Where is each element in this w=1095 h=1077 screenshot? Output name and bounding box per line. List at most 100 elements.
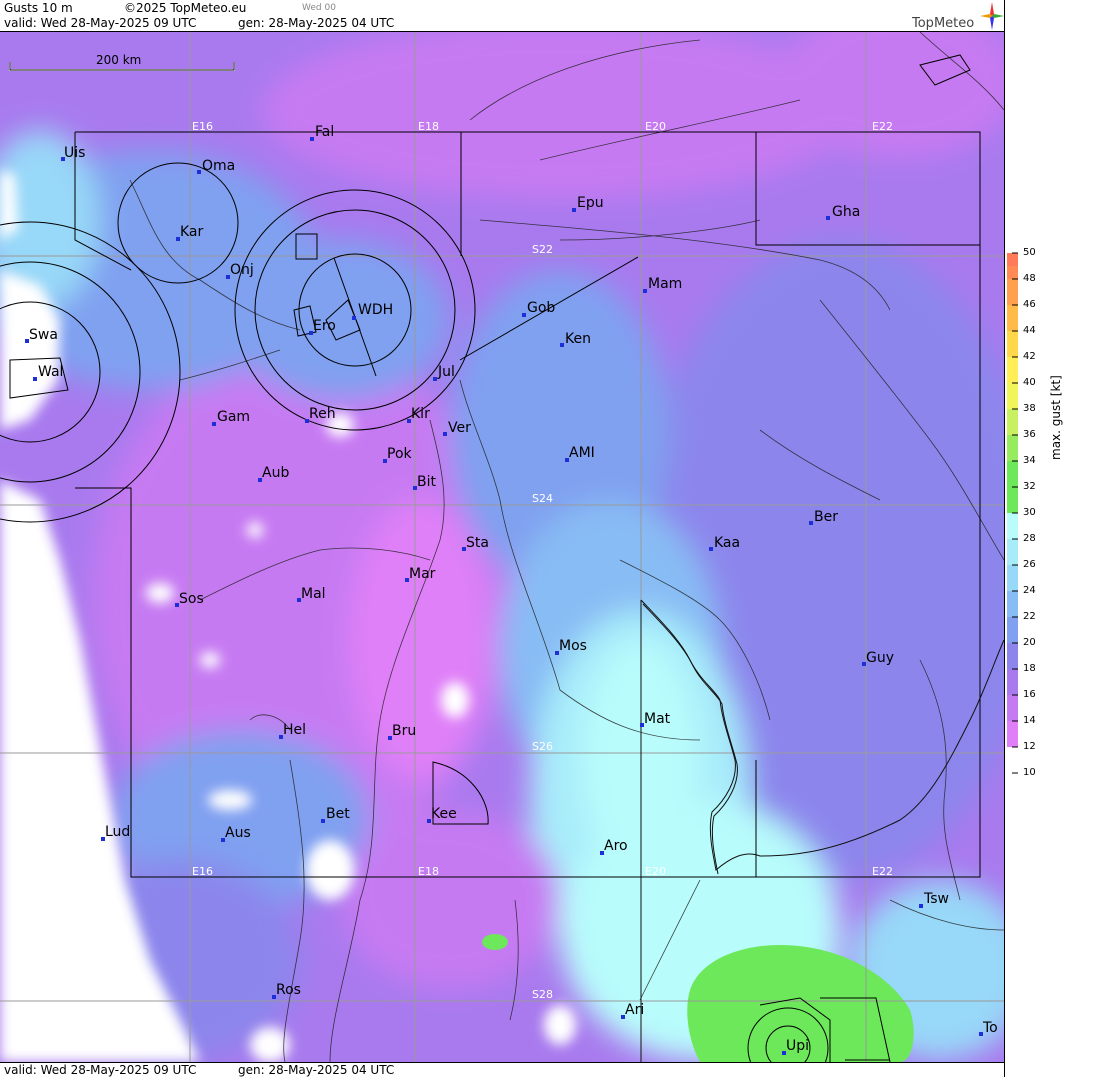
city-label-ari: Ari	[625, 1002, 644, 1018]
city-label-bru: Bru	[392, 723, 416, 739]
city-gob[interactable]: Gob	[522, 300, 555, 317]
grid-label-e22-bot: E22	[872, 865, 893, 878]
grid-label-e18-bot: E18	[418, 865, 439, 878]
map-header: Gusts 10 m ©2025 TopMeteo.eu Wed 00 vali…	[0, 0, 1004, 32]
city-kir[interactable]: Kir	[407, 406, 430, 423]
generated-time: gen: 28-May-2025 04 UTC	[238, 16, 395, 30]
city-ami[interactable]: AMI	[565, 445, 595, 462]
legend-swatch-20	[1007, 617, 1018, 643]
city-mam[interactable]: Mam	[643, 276, 682, 293]
brand-name: TopMeteo	[912, 16, 975, 31]
product-title: Gusts 10 m	[4, 1, 73, 15]
legend-tick-label: 24	[1023, 585, 1036, 596]
legend-color-bar	[1007, 253, 1018, 747]
city-upi[interactable]: Upi	[782, 1038, 809, 1055]
city-mal[interactable]: Mal	[297, 586, 326, 602]
field-karas	[340, 810, 560, 990]
field-windhoek	[230, 240, 450, 400]
city-ber[interactable]: Ber	[809, 509, 838, 525]
legend-swatch-36	[1007, 383, 1018, 396]
city-label-lud: Lud	[105, 824, 130, 840]
city-gha[interactable]: Gha	[826, 204, 860, 220]
legend-tick-label: 12	[1023, 741, 1036, 752]
city-label-ken: Ken	[565, 331, 591, 347]
city-onj[interactable]: Onj	[226, 262, 254, 279]
city-label-epu: Epu	[577, 195, 604, 211]
city-ver[interactable]: Ver	[443, 420, 471, 436]
city-label-mat: Mat	[644, 711, 671, 727]
city-kaa[interactable]: Kaa	[709, 535, 740, 551]
city-label-mal: Mal	[301, 586, 326, 602]
city-label-reh: Reh	[309, 406, 336, 422]
copyright-text: ©2025 TopMeteo.eu	[124, 1, 247, 15]
city-aub[interactable]: Aub	[258, 465, 289, 482]
city-guy[interactable]: Guy	[862, 650, 894, 666]
city-aus[interactable]: Aus	[221, 825, 251, 842]
legend-tick-label: 28	[1023, 533, 1036, 544]
city-gam[interactable]: Gam	[212, 409, 250, 426]
city-reh[interactable]: Reh	[305, 406, 336, 423]
city-label-mos: Mos	[559, 638, 587, 654]
city-wdh[interactable]: WDH	[352, 302, 393, 320]
legend-tick-label: 48	[1023, 273, 1036, 284]
city-hel[interactable]: Hel	[279, 722, 306, 739]
city-bit[interactable]: Bit	[413, 474, 436, 490]
city-mat[interactable]: Mat	[640, 711, 671, 727]
city-aro[interactable]: Aro	[600, 838, 628, 855]
legend-swatch-16	[1007, 669, 1018, 695]
city-label-bit: Bit	[417, 474, 436, 490]
valid-time: valid: Wed 28-May-2025 09 UTC	[4, 16, 197, 30]
city-label-kar: Kar	[180, 224, 204, 240]
city-uis[interactable]: Uis	[61, 145, 85, 161]
city-mos[interactable]: Mos	[555, 638, 587, 655]
city-label-kaa: Kaa	[714, 535, 740, 551]
legend-swatch-26	[1007, 539, 1018, 565]
grid-label-s24: S24	[532, 492, 553, 505]
city-label-gam: Gam	[217, 409, 250, 425]
legend-swatch-22	[1007, 591, 1018, 617]
city-label-upi: Upi	[786, 1038, 809, 1054]
city-mar[interactable]: Mar	[405, 566, 436, 582]
city-pok[interactable]: Pok	[383, 446, 413, 463]
city-bet[interactable]: Bet	[321, 806, 350, 823]
legend-tick-label: 32	[1023, 481, 1036, 492]
legend-tick-label: 10	[1023, 767, 1036, 778]
city-label-to: To	[982, 1020, 998, 1036]
city-ros[interactable]: Ros	[272, 982, 301, 999]
city-sta[interactable]: Sta	[462, 535, 489, 551]
run-label: Wed 00	[302, 3, 336, 13]
legend-swatch-24	[1007, 565, 1018, 591]
legend-tick-label: 46	[1023, 299, 1036, 310]
city-ero[interactable]: Ero	[309, 318, 336, 335]
grid-label-e20-bot: E20	[645, 865, 666, 878]
city-kee[interactable]: Kee	[427, 806, 457, 823]
legend-swatch-34	[1007, 409, 1018, 422]
city-ken[interactable]: Ken	[560, 331, 591, 347]
city-oma[interactable]: Oma	[197, 158, 235, 174]
city-ari[interactable]: Ari	[621, 1002, 644, 1019]
city-tsw[interactable]: Tsw	[919, 891, 949, 908]
city-label-guy: Guy	[866, 650, 894, 666]
legend-swatch-38	[1007, 357, 1018, 370]
city-label-jul: Jul	[437, 364, 455, 380]
grid-label-e16-top: E16	[192, 120, 213, 133]
city-swa[interactable]: Swa	[25, 327, 58, 343]
city-label-mar: Mar	[409, 566, 436, 582]
map-canvas: E16 E18 E20 E22 E16 E18 E20 E22 S22 S24 …	[0, 32, 1004, 1062]
legend-tick-label: 50	[1023, 247, 1036, 258]
legend-swatch-42a	[1007, 292, 1018, 305]
city-epu[interactable]: Epu	[572, 195, 604, 212]
field-green-spot	[482, 934, 508, 950]
compass-logo-icon	[980, 2, 1004, 30]
city-lud[interactable]: Lud	[101, 824, 130, 841]
city-bru[interactable]: Bru	[388, 723, 416, 740]
city-wal[interactable]: Wal	[33, 364, 63, 381]
legend-swatch-40	[1007, 331, 1018, 344]
grid-label-s22: S22	[532, 243, 553, 256]
grid-label-e20-top: E20	[645, 120, 666, 133]
legend-swatch-30c	[1007, 474, 1018, 487]
city-kar[interactable]: Kar	[176, 224, 204, 241]
legend-tick-label: 26	[1023, 559, 1036, 570]
city-sos[interactable]: Sos	[175, 591, 204, 607]
gust-map[interactable]: E16 E18 E20 E22 E16 E18 E20 E22 S22 S24 …	[0, 32, 1004, 1062]
